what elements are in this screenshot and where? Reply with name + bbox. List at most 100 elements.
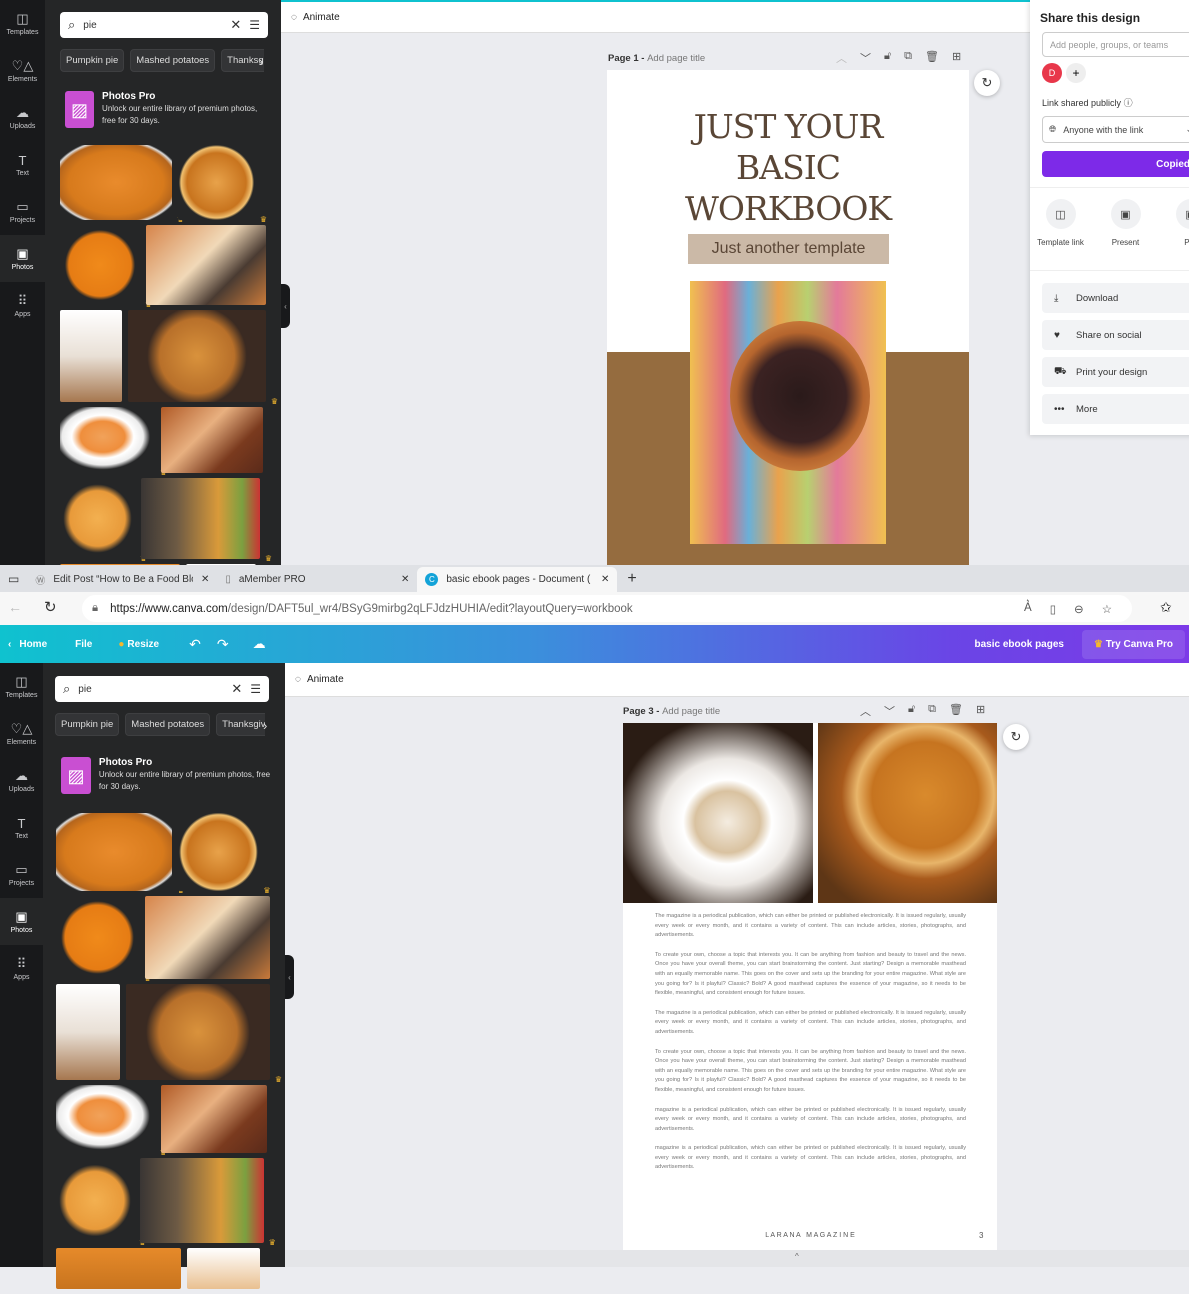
resize-button[interactable]: Resize bbox=[127, 639, 159, 650]
rail-item-text[interactable]: TText bbox=[0, 804, 43, 851]
undo-icon[interactable]: ↶ bbox=[189, 636, 201, 653]
page-3-canvas[interactable]: The magazine is a periodical publication… bbox=[623, 723, 997, 1250]
photo-result-pie[interactable] bbox=[178, 813, 258, 891]
chips-next-icon[interactable]: › bbox=[259, 54, 263, 69]
search-input[interactable]: ⌕pie✕☰ bbox=[55, 676, 269, 702]
share-present[interactable]: ▣Present bbox=[1103, 199, 1148, 247]
photo-result-pie[interactable] bbox=[141, 478, 260, 559]
page-title-input[interactable]: Add page title bbox=[662, 706, 720, 717]
redo-icon[interactable]: ↷ bbox=[217, 636, 229, 653]
page-title-input[interactable]: Add page title bbox=[647, 53, 705, 64]
photo-result-pie[interactable] bbox=[126, 984, 270, 1080]
url-field[interactable]: 🔒︎ https://www.canva.com/design/DAFT5ul_… bbox=[82, 595, 1132, 622]
photo-result-pie[interactable] bbox=[60, 145, 172, 220]
close-tab-icon[interactable]: ✕ bbox=[201, 574, 209, 585]
photo-result-pie[interactable] bbox=[56, 1248, 181, 1290]
rail-item-apps[interactable]: ⠿Apps bbox=[0, 282, 45, 329]
photos-pro-promo[interactable]: ▨Photos ProUnlock our entire library of … bbox=[65, 91, 271, 128]
browser-tab[interactable]: ▯aMember PRO✕ bbox=[217, 567, 417, 592]
new-tab-icon[interactable]: + bbox=[617, 570, 646, 588]
share-template-link[interactable]: ◫Template link bbox=[1038, 199, 1083, 247]
share-action-share-on-social[interactable]: ♥Share on social bbox=[1042, 320, 1189, 350]
chips-next-icon[interactable]: › bbox=[263, 718, 267, 733]
lock-icon[interactable]: 🔓︎ bbox=[908, 703, 915, 719]
rail-item-elements[interactable]: ♡△Elements bbox=[0, 47, 45, 94]
rail-item-uploads[interactable]: ☁Uploads bbox=[0, 757, 43, 804]
duplicate-icon[interactable]: ⧉ bbox=[928, 703, 936, 719]
photo-result-pie[interactable] bbox=[161, 1085, 267, 1154]
animate-button[interactable]: Animate bbox=[307, 674, 344, 685]
collapse-panel-handle[interactable]: ‹ bbox=[285, 955, 294, 999]
chip-suggestion[interactable]: Mashed potatoes bbox=[130, 49, 215, 72]
back-icon[interactable]: ← bbox=[8, 599, 22, 615]
browser-tab[interactable]: ⓌEdit Post “How to Be a Food Blog✕ bbox=[27, 567, 217, 592]
filter-icon[interactable]: ☰ bbox=[249, 18, 260, 32]
rail-item-projects[interactable]: ▭Projects bbox=[0, 188, 45, 235]
photo-result-pie[interactable] bbox=[145, 896, 270, 979]
animate-icon[interactable]: ◌ bbox=[291, 12, 297, 23]
chip-suggestion[interactable]: Pumpkin pie bbox=[60, 49, 124, 72]
share-action-more[interactable]: •••More bbox=[1042, 394, 1189, 424]
copy-link-button[interactable]: Copied bbox=[1042, 151, 1189, 177]
photo-result-pie[interactable] bbox=[56, 896, 139, 979]
photo-result-pie[interactable] bbox=[161, 407, 263, 473]
rail-item-text[interactable]: TText bbox=[0, 141, 45, 188]
move-down-icon[interactable]: ﹀ bbox=[860, 50, 871, 66]
animate-button[interactable]: Animate bbox=[303, 12, 340, 23]
photo-result-pie[interactable] bbox=[56, 1158, 134, 1242]
close-tab-icon[interactable]: ✕ bbox=[601, 574, 609, 585]
favorites-icon[interactable]: ✩ bbox=[1160, 599, 1172, 616]
add-person-button[interactable]: + bbox=[1066, 63, 1086, 83]
rail-item-apps[interactable]: ⠿Apps bbox=[0, 945, 43, 992]
comment-add-icon[interactable]: ↻ bbox=[974, 70, 1000, 96]
clear-search-icon[interactable]: ✕ bbox=[231, 681, 242, 697]
browser-tab[interactable]: Cbasic ebook pages - Document (✕ bbox=[417, 567, 617, 592]
animate-icon[interactable]: ◌ bbox=[295, 674, 301, 685]
photo-result-pie[interactable] bbox=[56, 1085, 155, 1154]
cloud-saved-icon[interactable]: ☁ bbox=[253, 636, 266, 652]
add-favorite-icon[interactable]: ☆ bbox=[1102, 602, 1112, 616]
rail-item-photos[interactable]: ▣Photos bbox=[0, 235, 45, 282]
chip-suggestion[interactable]: Mashed potatoes bbox=[125, 713, 210, 736]
try-canva-pro-button[interactable]: ♛ Try Canva Pro bbox=[1082, 630, 1185, 659]
avatar[interactable]: D bbox=[1042, 63, 1062, 83]
zoom-out-icon[interactable]: ⊖ bbox=[1074, 602, 1084, 616]
page-1-canvas[interactable]: JUST YOURBASICWORKBOOK Just another temp… bbox=[607, 70, 969, 565]
move-up-icon[interactable]: ︿ bbox=[836, 50, 847, 66]
reload-icon[interactable]: ↻ bbox=[44, 598, 57, 616]
photo-result-pie[interactable] bbox=[60, 310, 122, 402]
share-action-download[interactable]: ⤓Download bbox=[1042, 283, 1189, 313]
close-tab-icon[interactable]: ✕ bbox=[401, 574, 409, 585]
lock-icon[interactable]: 🔒︎ bbox=[92, 602, 98, 615]
photos-pro-promo[interactable]: ▨Photos ProUnlock our entire library of … bbox=[61, 757, 273, 794]
chip-suggestion[interactable]: Pumpkin pie bbox=[55, 713, 119, 736]
immersive-reader-icon[interactable]: ▯ bbox=[1050, 602, 1056, 616]
delete-icon[interactable]: 🗑︎ bbox=[925, 50, 939, 66]
add-people-input[interactable]: Add people, groups, or teams bbox=[1042, 32, 1189, 57]
chip-suggestion[interactable]: Thanksgiving bbox=[221, 49, 264, 72]
horizontal-scrollbar[interactable]: ^ bbox=[285, 1250, 1189, 1267]
home-button[interactable]: Home bbox=[19, 639, 47, 650]
file-menu[interactable]: File bbox=[75, 639, 92, 650]
clear-search-icon[interactable]: ✕ bbox=[230, 17, 241, 33]
move-up-icon[interactable]: ︿ bbox=[860, 703, 871, 719]
search-input[interactable]: ⌕pie✕☰ bbox=[60, 12, 268, 38]
add-page-icon[interactable]: ⊞ bbox=[976, 703, 985, 719]
duplicate-icon[interactable]: ⧉ bbox=[904, 50, 912, 66]
link-access-dropdown[interactable]: 🌐︎Anyone with the link⌄ bbox=[1042, 116, 1189, 143]
tab-actions-icon[interactable]: ▭ bbox=[0, 572, 27, 586]
photo-result-pie[interactable] bbox=[60, 407, 155, 473]
add-page-icon[interactable]: ⊞ bbox=[952, 50, 961, 66]
photo-result-pie[interactable] bbox=[178, 145, 255, 220]
read-aloud-icon[interactable]: A͛ bbox=[1024, 602, 1032, 616]
share-present-record[interactable]: ▣Pre bbox=[1168, 199, 1189, 247]
collapse-panel-handle[interactable]: ‹ bbox=[281, 284, 290, 328]
rail-item-templates[interactable]: ◫Templates bbox=[0, 0, 45, 47]
move-down-icon[interactable]: ﹀ bbox=[884, 703, 895, 719]
photo-result-pie[interactable] bbox=[56, 813, 172, 891]
rail-item-templates[interactable]: ◫Templates bbox=[0, 663, 43, 710]
photo-result-pie[interactable] bbox=[146, 225, 266, 305]
rail-item-elements[interactable]: ♡△Elements bbox=[0, 710, 43, 757]
lock-icon[interactable]: 🔓︎ bbox=[884, 50, 891, 66]
rail-item-photos[interactable]: ▣Photos bbox=[0, 898, 43, 945]
